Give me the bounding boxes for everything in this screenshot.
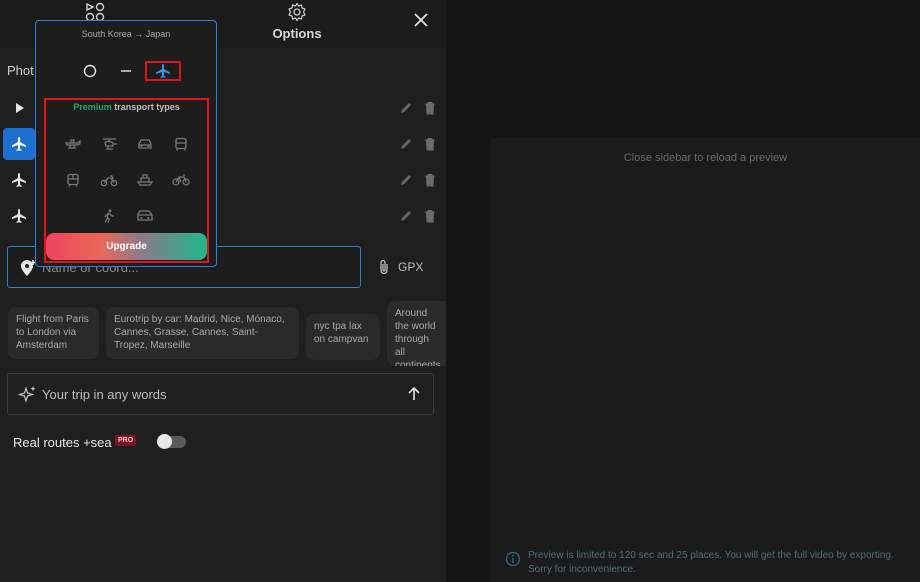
sparkle-icon [18,386,36,403]
seaplane-icon[interactable] [64,137,82,151]
ai-trip-placeholder: Your trip in any words [42,387,167,402]
trash-icon[interactable] [423,173,437,187]
plane-icon [156,64,170,78]
route-mode-button[interactable] [3,128,35,160]
real-routes-label: Real routes +sea [13,435,112,450]
pro-badge: PRO [115,435,137,446]
premium-header: Premium transport types [46,102,207,112]
walking-icon[interactable] [100,209,118,223]
trash-icon[interactable] [423,101,437,115]
tab-options-label: Options [272,26,322,41]
real-routes-toggle[interactable] [157,434,186,449]
close-icon[interactable] [412,11,430,29]
motorcycle-icon[interactable] [100,173,118,187]
photo-label: Phot [7,63,34,78]
route-title: South Korea → Japan [81,29,171,39]
mode-circle-button[interactable] [72,61,108,81]
plane-icon [12,209,26,223]
gpx-label: GPX [398,260,424,274]
pencil-icon[interactable] [399,137,413,151]
bus-icon[interactable] [172,137,190,151]
premium-transport-section: Premium transport types Upgrade [44,98,209,263]
pencil-icon[interactable] [399,173,413,187]
suggestion-chip[interactable]: Eurotrip by car: Madrid, Nice, Mónaco, C… [106,307,299,359]
trash-icon[interactable] [423,209,437,223]
car-icon[interactable] [136,137,154,151]
arrow-up-icon[interactable] [406,386,422,402]
play-button[interactable] [3,92,35,124]
ai-trip-input[interactable]: Your trip in any words [7,373,434,415]
mode-plane-button[interactable] [145,61,181,81]
route-mode-button[interactable] [3,164,35,196]
campervan-icon[interactable] [136,209,154,223]
gpx-button[interactable]: GPX [378,259,423,275]
upgrade-button[interactable]: Upgrade [46,233,207,260]
tab-options[interactable]: Options [262,2,332,41]
play-icon [16,103,24,113]
premium-word: Premium [73,102,112,112]
trash-icon[interactable] [423,137,437,151]
gear-icon [288,2,306,22]
route-mode-button[interactable] [3,200,35,232]
ferry-icon[interactable] [136,173,154,187]
pencil-icon[interactable] [399,209,413,223]
transport-mode-popup: South Korea → Japan Premium transport ty… [35,20,217,267]
bicycle-icon[interactable] [172,173,190,187]
pencil-icon[interactable] [399,101,413,115]
premium-header-rest: transport types [111,102,180,112]
toggle-knob [157,434,172,449]
info-icon [505,551,521,567]
suggestion-chip[interactable]: Around the world through all continents … [387,301,446,366]
shapes-icon[interactable] [85,2,107,22]
preview-limit-note: Preview is limited to 120 sec and 25 pla… [528,550,894,575]
mode-line-button[interactable] [108,61,144,81]
circle-icon [83,64,97,78]
suggestion-chip[interactable]: Flight from Paris to London via Amsterda… [8,307,99,359]
plane-icon [12,173,26,187]
helicopter-icon[interactable] [100,137,118,151]
preview-panel: Close sidebar to reload a preview Previe… [491,138,920,582]
preview-message: Close sidebar to reload a preview [623,152,788,164]
tram-icon[interactable] [64,173,82,187]
dash-icon [121,70,131,72]
paperclip-icon [380,259,388,275]
plane-icon [12,137,26,151]
suggestion-chip[interactable]: nyc tpa lax on campvan [306,314,380,360]
